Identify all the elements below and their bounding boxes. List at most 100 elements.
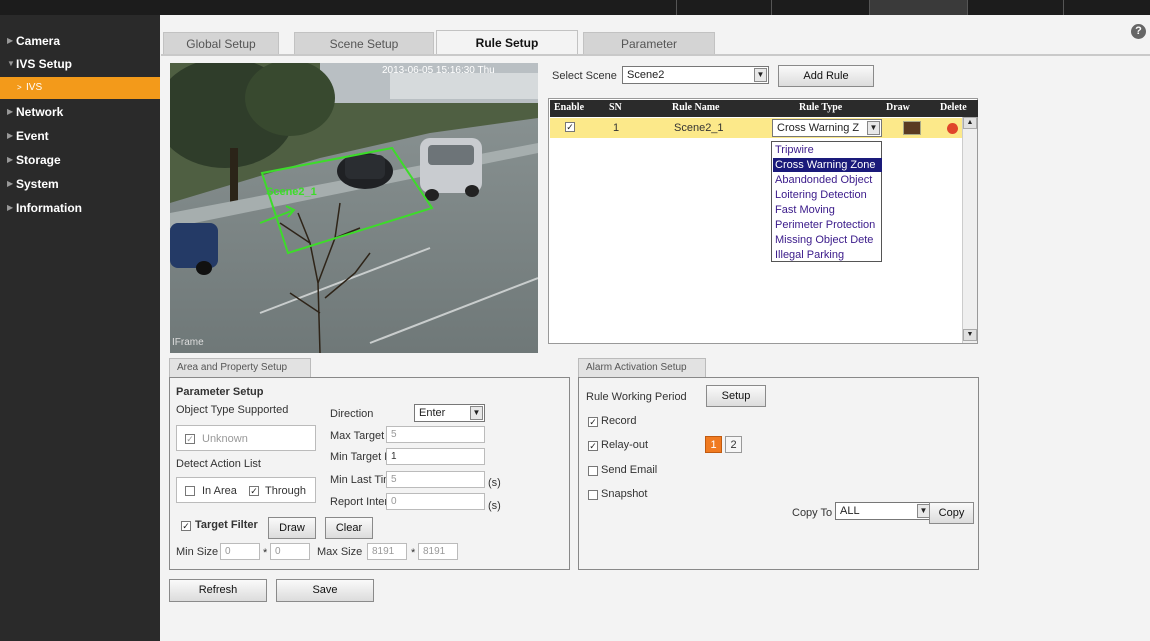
min-target-input[interactable]: 1 bbox=[386, 448, 485, 465]
send-email-checkbox[interactable] bbox=[588, 466, 598, 476]
option-illegal-parking[interactable]: Illegal Parking bbox=[773, 248, 882, 262]
expand-icon: ▶ bbox=[7, 155, 14, 164]
snapshot-checkbox[interactable] bbox=[588, 490, 598, 500]
sidebar-item-system[interactable]: ▶ System bbox=[0, 173, 160, 195]
sidebar-item-event[interactable]: ▶ Event bbox=[0, 125, 160, 147]
tab-parameter[interactable]: Parameter bbox=[583, 32, 715, 54]
detect-action-box: In Area ✓ Through bbox=[176, 477, 316, 503]
rule-type-dropdown[interactable]: Tripwire Cross Warning Zone Abandonded O… bbox=[771, 141, 882, 262]
direction-label: Direction bbox=[330, 408, 374, 420]
working-period-setup-button[interactable]: Setup bbox=[706, 385, 766, 407]
delete-icon[interactable] bbox=[947, 123, 958, 134]
target-filter-checkbox[interactable]: ✓ bbox=[181, 521, 191, 531]
top-nav-tab[interactable] bbox=[1063, 0, 1150, 15]
dropdown-arrow-icon: ▼ bbox=[867, 121, 880, 135]
send-email-label: Send Email bbox=[601, 464, 658, 476]
alarm-setup-tab[interactable]: Alarm Activation Setup bbox=[578, 358, 706, 377]
rules-scrollbar[interactable]: ▲ ▼ bbox=[962, 117, 977, 343]
scene-select[interactable]: Scene2 ▼ bbox=[622, 66, 769, 84]
expand-icon: ▶ bbox=[7, 179, 14, 188]
expand-icon: ▶ bbox=[7, 36, 14, 45]
dropdown-arrow-icon: ▼ bbox=[754, 68, 767, 82]
dropdown-arrow-icon: ▼ bbox=[470, 406, 483, 420]
rule-type-select[interactable]: Cross Warning Z ▼ bbox=[772, 119, 882, 137]
working-period-label: Rule Working Period bbox=[586, 391, 687, 403]
expand-icon: ▶ bbox=[7, 203, 14, 212]
help-icon[interactable]: ? bbox=[1131, 24, 1146, 39]
rule-sn: 1 bbox=[613, 122, 620, 134]
area-setup-tab[interactable]: Area and Property Setup bbox=[169, 358, 311, 377]
target-filter-label: Target Filter bbox=[195, 519, 258, 531]
option-tripwire[interactable]: Tripwire bbox=[773, 143, 882, 157]
in-area-checkbox[interactable] bbox=[185, 486, 195, 496]
enable-checkbox[interactable]: ✓ bbox=[565, 122, 575, 132]
relay-out-checkbox[interactable]: ✓ bbox=[588, 441, 598, 451]
times-sign: * bbox=[263, 547, 268, 559]
top-bar bbox=[0, 0, 1150, 15]
clear-button[interactable]: Clear bbox=[325, 517, 373, 539]
refresh-button[interactable]: Refresh bbox=[169, 579, 267, 602]
object-type-box: ✓ Unknown bbox=[176, 425, 316, 451]
max-width-input[interactable]: 8191 bbox=[367, 543, 407, 560]
report-interval-input[interactable]: 0 bbox=[386, 493, 485, 510]
option-abandoned-object[interactable]: Abandonded Object bbox=[773, 173, 882, 187]
tab-scene-setup[interactable]: Scene Setup bbox=[294, 32, 434, 54]
times-sign: * bbox=[411, 547, 416, 559]
top-nav-tab[interactable] bbox=[676, 0, 771, 15]
record-checkbox[interactable]: ✓ bbox=[588, 417, 598, 427]
sidebar-item-network[interactable]: ▶ Network bbox=[0, 101, 160, 123]
min-width-input[interactable]: 0 bbox=[220, 543, 260, 560]
camera-scene bbox=[170, 63, 538, 353]
max-height-input[interactable]: 8191 bbox=[418, 543, 458, 560]
collapse-icon: ▼ bbox=[7, 59, 15, 68]
add-rule-button[interactable]: Add Rule bbox=[778, 65, 874, 87]
copy-to-select[interactable]: ALL ▼ bbox=[835, 502, 932, 520]
sidebar-item-storage[interactable]: ▶ Storage bbox=[0, 149, 160, 171]
rule-name: Scene2_1 bbox=[674, 122, 724, 134]
min-last-time-input[interactable]: 5 bbox=[386, 471, 485, 488]
through-checkbox[interactable]: ✓ bbox=[249, 486, 259, 496]
option-cross-warning-zone[interactable]: Cross Warning Zone bbox=[773, 158, 882, 172]
arrow-icon: > bbox=[17, 83, 22, 92]
option-missing-object[interactable]: Missing Object Dete bbox=[773, 233, 882, 247]
top-nav-tab[interactable] bbox=[967, 0, 1063, 15]
unit-seconds: (s) bbox=[488, 500, 501, 512]
relay-out-label: Relay-out bbox=[601, 439, 649, 451]
sidebar-item-ivs[interactable]: > IVS bbox=[0, 77, 160, 99]
through-label: Through bbox=[265, 485, 306, 497]
zone-label: Scene2_1 bbox=[266, 186, 317, 198]
option-fast-moving[interactable]: Fast Moving bbox=[773, 203, 882, 217]
draw-button[interactable]: Draw bbox=[268, 517, 316, 539]
draw-icon[interactable] bbox=[903, 121, 921, 135]
relay-2-button[interactable]: 2 bbox=[725, 436, 742, 453]
option-perimeter-protection[interactable]: Perimeter Protection bbox=[773, 218, 882, 232]
max-target-input[interactable]: 5 bbox=[386, 426, 485, 443]
rules-table: Enable SN Rule Name Rule Type Draw Delet… bbox=[548, 98, 978, 344]
top-nav-tab[interactable] bbox=[771, 0, 869, 15]
table-row[interactable]: ✓ 1 Scene2_1 Cross Warning Z ▼ bbox=[550, 118, 964, 138]
option-loitering-detection[interactable]: Loitering Detection bbox=[773, 188, 882, 202]
snapshot-label: Snapshot bbox=[601, 488, 648, 500]
unknown-label: Unknown bbox=[202, 433, 248, 445]
top-nav-tab[interactable] bbox=[869, 0, 967, 15]
tab-global-setup[interactable]: Global Setup bbox=[163, 32, 279, 54]
video-preview[interactable]: 2013-06-05 15:16:30 Thu Scene2_1 IFrame bbox=[170, 63, 538, 353]
save-button[interactable]: Save bbox=[276, 579, 374, 602]
sidebar-item-information[interactable]: ▶ Information bbox=[0, 197, 160, 219]
relay-1-button[interactable]: 1 bbox=[705, 436, 722, 453]
sidebar-item-ivs-setup[interactable]: ▼ IVS Setup bbox=[0, 53, 160, 75]
select-scene-label: Select Scene bbox=[552, 70, 617, 82]
sidebar-item-camera[interactable]: ▶ Camera bbox=[0, 30, 160, 52]
tab-rule-setup[interactable]: Rule Setup bbox=[436, 30, 578, 55]
unknown-checkbox[interactable]: ✓ bbox=[185, 434, 195, 444]
scroll-up-icon[interactable]: ▲ bbox=[963, 117, 977, 129]
expand-icon: ▶ bbox=[7, 107, 14, 116]
min-height-input[interactable]: 0 bbox=[270, 543, 310, 560]
detect-action-label: Detect Action List bbox=[176, 458, 261, 470]
direction-select[interactable]: Enter ▼ bbox=[414, 404, 485, 422]
rules-table-header: Enable SN Rule Name Rule Type Draw Delet… bbox=[550, 100, 978, 117]
copy-button[interactable]: Copy bbox=[929, 502, 974, 524]
parameter-setup-title: Parameter Setup bbox=[176, 386, 264, 398]
scroll-down-icon[interactable]: ▼ bbox=[963, 329, 977, 341]
object-type-label: Object Type Supported bbox=[176, 404, 289, 416]
